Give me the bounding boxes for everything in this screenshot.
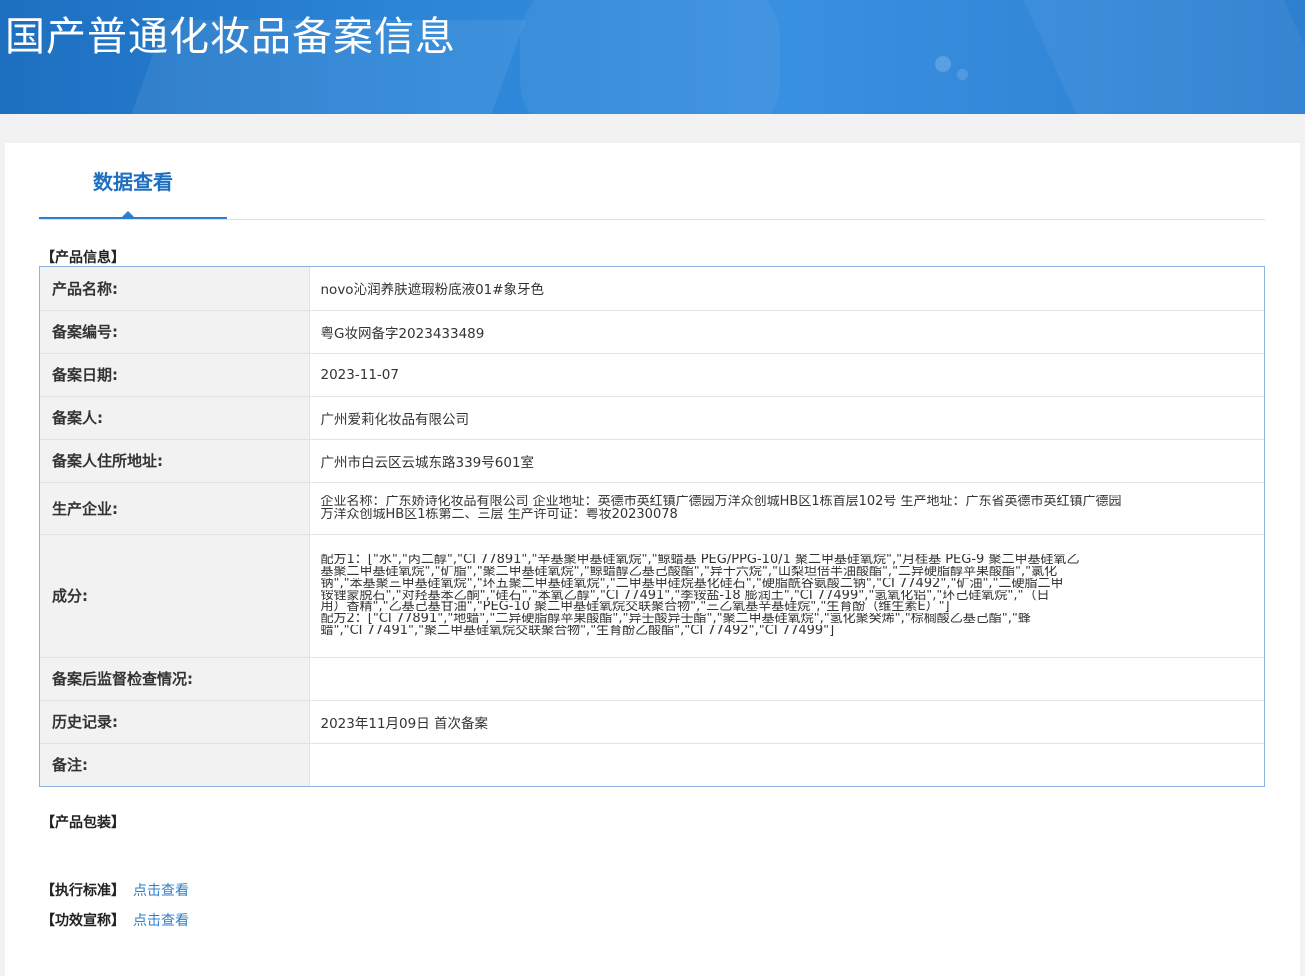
table-row: 历史记录: 2023年11月09日 首次备案 [40,700,1264,744]
table-row: 备案编号: 粤G妆网备字2023433489 [40,310,1264,354]
page-title: 国产普通化妆品备案信息 [5,14,456,60]
value-line: 用）香精","乙基己基甘油","PEG-10 聚二甲基硅氧烷交联聚合物","三乙… [320,601,950,614]
tab-bar: 数据查看 [39,143,1265,220]
row-value [309,743,1264,786]
table-row: 生产企业: 企业名称：广东娇诗化妆品有限公司 企业地址：英德市英红镇广德园万洋众… [40,482,1264,535]
value-line: 蜡","CI 77491","聚二甲基硅氧烷交联聚合物","生育酚乙酸酯","C… [320,624,835,637]
row-value [309,657,1264,701]
packaging-heading: 【产品包装】 [41,815,125,831]
row-label: 备案编号: [40,310,310,354]
row-value: 2023-11-07 [309,353,1264,397]
tab-label: 数据查看 [93,169,173,194]
table-row: 产品名称: novo沁润养肤遮瑕粉底液01#象牙色 [40,267,1264,311]
table-row: 备案人住所地址: 广州市白云区云城东路339号601室 [40,439,1264,483]
product-info-table: 产品名称: novo沁润养肤遮瑕粉底液01#象牙色 备案编号: 粤G妆网备字20… [39,266,1265,787]
value-line: 配方1：["水","丙二醇","CI 77891","辛基聚甲基硅氧烷","鲸蜡… [320,554,1080,566]
standard-label: 【执行标准】 [41,883,125,899]
row-label: 备注: [40,743,310,786]
efficacy-link-row: 【功效宣称】 点击查看 [41,910,189,930]
row-value: 粤G妆网备字2023433489 [309,310,1264,354]
row-label: 成分: [40,534,310,658]
table-row: 备案日期: 2023-11-07 [40,353,1264,397]
value-line: 配方2：["CI 77891","地蜡","二异硬脂醇苹果酸酯","异壬酸异壬酯… [320,613,1031,625]
row-value: 2023年11月09日 首次备案 [309,700,1264,744]
table-row: 备案人: 广州爱莉化妆品有限公司 [40,396,1264,440]
table-row: 备案后监督检查情况: [40,657,1264,701]
standard-link-row: 【执行标准】 点击查看 [41,880,189,900]
efficacy-label: 【功效宣称】 [41,913,125,929]
efficacy-view-link[interactable]: 点击查看 [133,913,189,929]
row-value: 广州爱莉化妆品有限公司 [309,396,1264,440]
banner-dot [957,69,968,80]
table-row: 成分: 配方1：["水","丙二醇","CI 77891","辛基聚甲基硅氧烷"… [40,534,1264,658]
value-line: 万洋众创城HB区1栋第二、三层 生产许可证：粤妆20230078 [320,508,678,521]
row-label: 备案后监督检查情况: [40,657,310,701]
banner-decoration [520,0,780,114]
banner-dot [935,56,951,72]
row-value: 企业名称：广东娇诗化妆品有限公司 企业地址：英德市英红镇广德园万洋众创城HB区1… [309,482,1264,535]
row-value: novo沁润养肤遮瑕粉底液01#象牙色 [309,267,1264,311]
value-line: 铵锂蒙脱石","对羟基苯乙酮","硅石","苯氧乙醇","CI 77491","… [320,589,1050,602]
row-label: 历史记录: [40,700,310,744]
banner-decoration [1023,0,1305,114]
active-tab-indicator [121,211,135,218]
value-line: 基聚二甲基硅氧烷","矿脂","聚二甲基硅氧烷","鲸蜡醇乙基己酸酯","异十六… [320,566,1058,578]
row-label: 备案人住所地址: [40,439,310,483]
product-info-heading: 【产品信息】 [41,250,125,266]
row-label: 备案日期: [40,353,310,397]
tab-data-view[interactable]: 数据查看 [39,143,227,219]
page-banner: 国产普通化妆品备案信息 [0,0,1305,114]
row-label: 生产企业: [40,482,310,535]
table-row: 备注: [40,743,1264,786]
content-card: 数据查看 【产品信息】 产品名称: novo沁润养肤遮瑕粉底液01#象牙色 备案… [5,143,1300,976]
value-line: 钠","苯基聚三甲基硅氧烷","环五聚二甲基硅氧烷","二甲基甲硅烷基化硅石",… [320,577,1064,590]
row-label: 备案人: [40,396,310,440]
value-line: 企业名称：广东娇诗化妆品有限公司 企业地址：英德市英红镇广德园万洋众创城HB区1… [320,495,1122,508]
row-label: 产品名称: [40,267,310,311]
standard-view-link[interactable]: 点击查看 [133,883,189,899]
row-value: 广州市白云区云城东路339号601室 [309,439,1264,483]
row-value: 配方1：["水","丙二醇","CI 77891","辛基聚甲基硅氧烷","鲸蜡… [309,534,1264,658]
